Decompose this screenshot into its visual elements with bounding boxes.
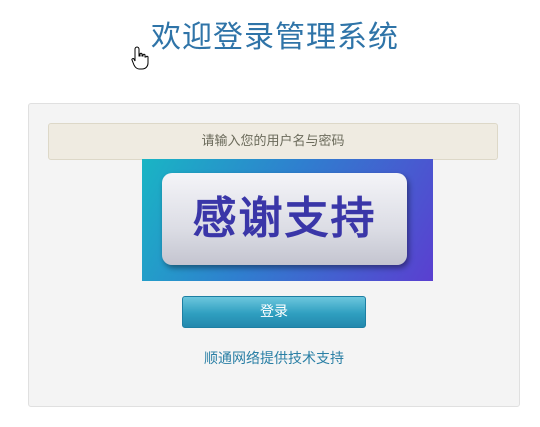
hand-pointer-icon — [131, 46, 149, 70]
page-title: 欢迎登录管理系统 — [151, 20, 399, 55]
login-button[interactable]: 登录 — [182, 296, 366, 328]
login-panel: 请输入您的用户名与密码 感谢支持 登录 顺通网络提供技术支持 — [28, 103, 520, 407]
banner-text: 感谢支持 — [192, 193, 377, 244]
login-notice: 请输入您的用户名与密码 — [48, 123, 498, 160]
thanks-banner-image: 感谢支持 — [142, 159, 433, 281]
tech-support-link[interactable]: 顺通网络提供技术支持 — [29, 348, 519, 368]
banner-plate: 感谢支持 — [162, 173, 407, 265]
